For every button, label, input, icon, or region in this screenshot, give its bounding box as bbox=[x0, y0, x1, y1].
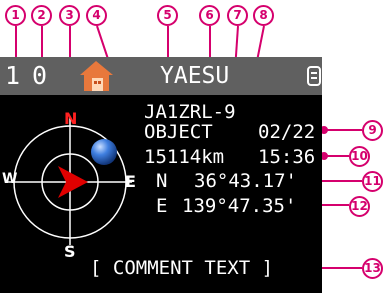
status-bar: 1 0 YAESU bbox=[0, 57, 322, 95]
status-number-2: 0 bbox=[32, 61, 48, 90]
date: 02/22 bbox=[258, 121, 316, 143]
longitude-hemisphere: E bbox=[156, 195, 168, 217]
brand-label: YAESU bbox=[160, 63, 230, 89]
station-type: OBJECT bbox=[144, 121, 213, 143]
compass-south-label: S bbox=[64, 242, 76, 261]
distance: 15114km bbox=[144, 146, 225, 168]
callsign: JA1ZRL-9 bbox=[144, 101, 236, 123]
comment-text: [ COMMENT TEXT ] bbox=[90, 257, 274, 279]
station-dot bbox=[91, 139, 117, 165]
compass-north-label: N bbox=[64, 109, 78, 128]
latitude: 36°43.17' bbox=[194, 170, 297, 192]
compass-west-label: W bbox=[2, 171, 18, 187]
compass-east-label: E bbox=[125, 172, 136, 191]
latitude-hemisphere: N bbox=[156, 170, 168, 192]
house-icon bbox=[78, 59, 115, 93]
longitude: 139°47.35' bbox=[182, 195, 297, 217]
mini-logo-icon bbox=[307, 65, 321, 87]
time: 15:36 bbox=[258, 146, 316, 168]
device-screen: 1 0 YAESU N S W E JA1ZRL-9 OBJECT 02/22 … bbox=[0, 57, 322, 293]
status-number-1: 1 bbox=[5, 61, 21, 90]
compass: N S W E bbox=[0, 95, 140, 275]
